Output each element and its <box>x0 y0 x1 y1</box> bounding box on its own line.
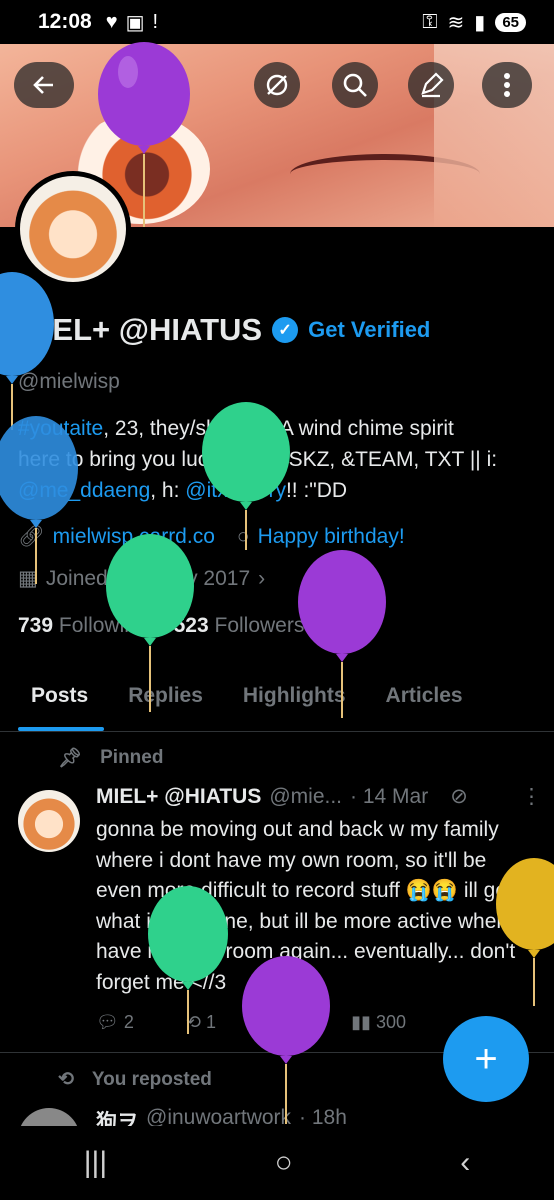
more-icon <box>504 73 510 97</box>
bio-text: , 23, they/she/he || A wind chime spirit <box>103 417 454 440</box>
bio-tail: !! :"DD <box>285 479 348 502</box>
compose-button[interactable]: + <box>443 1016 529 1102</box>
status-bar: 12:08 ♥ ▣ ! ⚿ ≋ ▮ 65 <box>0 0 554 44</box>
search-icon <box>343 73 367 97</box>
pinned-label: Pinned <box>100 747 164 768</box>
pin-icon: 📌︎ <box>58 748 83 769</box>
edit-profile-button[interactable] <box>408 62 454 108</box>
chevron-right-icon: › <box>258 566 266 590</box>
plus-icon: + <box>474 1036 498 1081</box>
following-count[interactable]: 739 Following <box>18 614 148 638</box>
bio-separator: , h: <box>150 479 186 502</box>
verified-badge-icon[interactable]: ✓ <box>272 317 299 343</box>
home-icon[interactable]: ○ <box>275 1146 293 1180</box>
tweet-date[interactable]: · 14 Mar <box>350 785 428 809</box>
balloon-blue-decoration <box>0 272 54 430</box>
search-button[interactable] <box>332 62 378 108</box>
profile-name-row: MIEL+ @HIATUS ✓ Get Verified <box>18 312 430 348</box>
tab-posts[interactable]: Posts <box>0 672 108 731</box>
tweet-handle[interactable]: @mie... <box>269 785 342 809</box>
repost-icon: ⟲ <box>58 1069 74 1090</box>
profile-avatar[interactable] <box>15 171 131 287</box>
pinned-label-row: 📌︎ Pinned <box>58 746 163 770</box>
website-link[interactable]: mielwisp.carrd.co <box>53 525 215 549</box>
profile-meta-row: 🔗︎ mielwisp.carrd.co ○ Happy birthday! <box>18 525 405 549</box>
message-icon: ▣ <box>125 11 145 34</box>
reposted-label: You reposted <box>91 1068 212 1090</box>
signal-icon: ▮ <box>474 11 486 34</box>
reposted-label-row: ⟲ You reposted <box>58 1068 212 1091</box>
calendar-icon: ▦ <box>18 567 38 590</box>
mute-icon <box>266 74 288 96</box>
wifi-icon: ≋ <box>447 11 465 34</box>
alert-icon: ! <box>152 10 159 33</box>
views-button[interactable]: ▮▮ 300 <box>351 1012 406 1033</box>
follow-counts: 739 Following 523 Followers <box>18 614 304 638</box>
joined-date: Joined February 2017 <box>45 566 251 590</box>
tab-replies[interactable]: Replies <box>108 672 223 731</box>
link-icon: 🔗︎ <box>18 525 45 548</box>
get-verified-link[interactable]: Get Verified <box>308 317 430 343</box>
tweet-header: MIEL+ @HIATUS @mie... · 14 Mar ⊘ ⋮ <box>96 784 542 809</box>
back-arrow-icon <box>33 76 53 94</box>
system-nav-bar: ||| ○ ‹ <box>0 1126 554 1200</box>
tab-articles[interactable]: Articles <box>366 672 483 731</box>
more-options-button[interactable] <box>482 62 532 108</box>
joined-row[interactable]: ▦ Joined February 2017 › <box>18 566 265 591</box>
shield-icon: ♥ <box>105 10 118 33</box>
back-button[interactable] <box>14 62 74 108</box>
followers-count[interactable]: 523 Followers <box>174 614 305 638</box>
tweet-text: gonna be moving out and back w my family… <box>96 818 519 994</box>
tweet-avatar[interactable] <box>18 790 80 852</box>
tab-highlights[interactable]: Highlights <box>223 672 366 731</box>
back-icon[interactable]: ‹ <box>460 1146 470 1180</box>
mute-button[interactable] <box>254 62 300 108</box>
tweet-more-icon[interactable]: ⋮ <box>521 784 542 809</box>
edit-icon <box>421 72 444 98</box>
bio-text-line2: here to bring you luck! 🍃🌟 SKZ, &TEAM, T… <box>18 448 498 471</box>
recent-apps-icon[interactable]: ||| <box>84 1146 107 1180</box>
birthday-icon: ○ <box>236 525 250 548</box>
key-icon: ⚿ <box>422 10 438 33</box>
hashtag-link[interactable]: #youtaite <box>18 417 103 440</box>
status-time: 12:08 <box>38 10 92 33</box>
reply-button[interactable]: 💬︎ 2 <box>96 1012 134 1033</box>
profile-name: MIEL+ @HIATUS <box>18 312 263 347</box>
mention-link[interactable]: @me_ddaeng <box>18 479 150 502</box>
avatar-image <box>20 176 126 282</box>
mention-link[interactable]: @itxcherry <box>185 479 286 502</box>
birthday-link[interactable]: Happy birthday! <box>258 525 405 549</box>
like-button[interactable]: ♡ 7 <box>268 1012 299 1033</box>
profile-tabs: Posts Replies Highlights Articles <box>0 672 554 732</box>
battery-indicator: 65 <box>495 12 526 32</box>
tweet-author[interactable]: MIEL+ @HIATUS <box>96 785 261 809</box>
mute-icon[interactable]: ⊘ <box>450 784 468 809</box>
repost-button[interactable]: ⟲ 1 <box>186 1012 216 1033</box>
profile-handle: @mielwisp <box>18 370 120 393</box>
profile-bio: #youtaite, 23, they/she/he || A wind chi… <box>18 413 538 506</box>
